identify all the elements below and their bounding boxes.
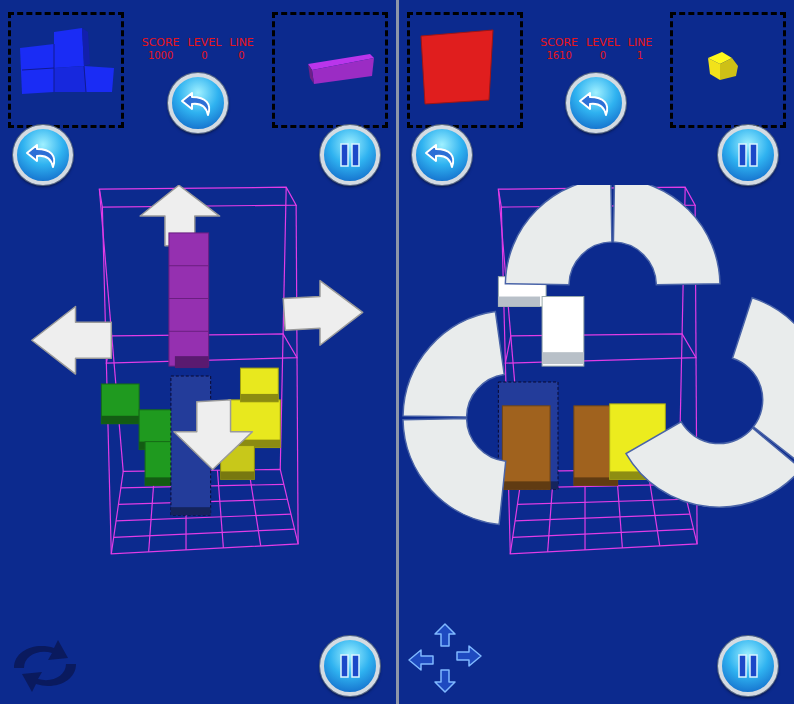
rotate-ring-segment[interactable] <box>402 311 503 417</box>
game-screen: SCORE1610 LEVEL0 LINE1 <box>399 0 794 704</box>
stat: LEVEL0 <box>188 36 222 63</box>
stat-label: LINE <box>229 36 254 49</box>
stats-row: SCORE1610 LEVEL0 LINE1 <box>540 36 652 63</box>
rotate-ring-segment[interactable] <box>613 185 720 285</box>
move-left-arrow[interactable] <box>32 306 111 374</box>
yellow-block <box>240 368 278 402</box>
stat-label: LEVEL <box>188 36 222 49</box>
stat: LINE0 <box>229 36 254 63</box>
hold-piece-box <box>8 12 124 128</box>
back-arrow-icon <box>180 87 216 119</box>
pause-icon <box>733 651 763 681</box>
score-panel: SCORE1610 LEVEL0 LINE1 <box>533 12 661 133</box>
navy-block <box>498 382 558 489</box>
pause-button[interactable] <box>320 125 380 185</box>
stats-row: SCORE1000LEVEL0LINE0 <box>142 36 254 63</box>
stat-value: 1000 <box>148 49 173 63</box>
header: SCORE1610 LEVEL0 LINE1 <box>399 0 794 128</box>
control-mode-button[interactable] <box>6 638 84 694</box>
rotate-mode-icon <box>6 638 84 694</box>
stat: LINE1 <box>628 36 653 63</box>
back-button[interactable] <box>13 125 73 185</box>
button-row <box>0 125 396 185</box>
stat: SCORE1000 <box>142 36 180 63</box>
rotate-ring-segment[interactable] <box>505 185 612 285</box>
score-panel: SCORE1000LEVEL0LINE0 <box>134 12 262 133</box>
next-piece-box <box>670 12 786 128</box>
pause-button[interactable] <box>718 636 778 696</box>
pause-button[interactable] <box>718 125 778 185</box>
hold-piece-box <box>407 12 523 128</box>
button-row <box>399 125 794 185</box>
move-right-arrow[interactable] <box>283 281 362 346</box>
pause-button[interactable] <box>320 636 380 696</box>
stat-label: SCORE <box>142 36 180 49</box>
back-arrow-icon <box>578 87 614 119</box>
rotate-ring-segment[interactable] <box>402 419 505 525</box>
back-arrow-icon <box>25 139 61 171</box>
hold-piece-icon <box>14 18 118 122</box>
pause-icon <box>335 140 365 170</box>
back-button[interactable] <box>412 125 472 185</box>
pause-icon <box>733 140 763 170</box>
header: SCORE1000LEVEL0LINE0 <box>0 0 396 128</box>
stat: SCORE1610 <box>540 36 578 63</box>
stat-value: 1 <box>637 49 643 63</box>
stat: LEVEL0 <box>586 36 620 63</box>
falling-piece <box>498 277 583 366</box>
footer <box>399 575 794 704</box>
footer <box>0 575 396 704</box>
next-piece-icon <box>676 18 780 122</box>
game-board[interactable] <box>0 185 396 575</box>
stat-label: LINE <box>628 36 653 49</box>
green-block <box>101 384 139 424</box>
falling-piece <box>169 233 209 368</box>
game-screen: SCORE1000LEVEL0LINE0 <box>0 0 396 704</box>
hold-piece-icon <box>413 18 517 122</box>
stat-label: LEVEL <box>586 36 620 49</box>
stat-value: 0 <box>600 49 606 63</box>
stat-label: SCORE <box>540 36 578 49</box>
back-arrow-icon <box>424 139 460 171</box>
game-well-wireframe <box>99 187 298 554</box>
undo-button[interactable] <box>566 73 626 133</box>
next-piece-box <box>272 12 388 128</box>
control-mode-button[interactable] <box>405 622 485 694</box>
brown-block <box>502 406 550 489</box>
screenshot: SCORE1000LEVEL0LINE0SCORE1610LEVEL0LINE1 <box>0 0 794 704</box>
undo-button[interactable] <box>168 73 228 133</box>
stat-value: 0 <box>201 49 207 63</box>
stat-value: 1610 <box>546 49 571 63</box>
next-piece-icon <box>278 18 382 122</box>
rotate-ring-segment[interactable] <box>626 422 794 507</box>
move-front-arrow[interactable] <box>174 400 253 470</box>
pause-icon <box>335 651 365 681</box>
move-mode-icon <box>405 622 485 694</box>
game-board[interactable] <box>399 185 794 575</box>
stat-value: 0 <box>238 49 244 63</box>
